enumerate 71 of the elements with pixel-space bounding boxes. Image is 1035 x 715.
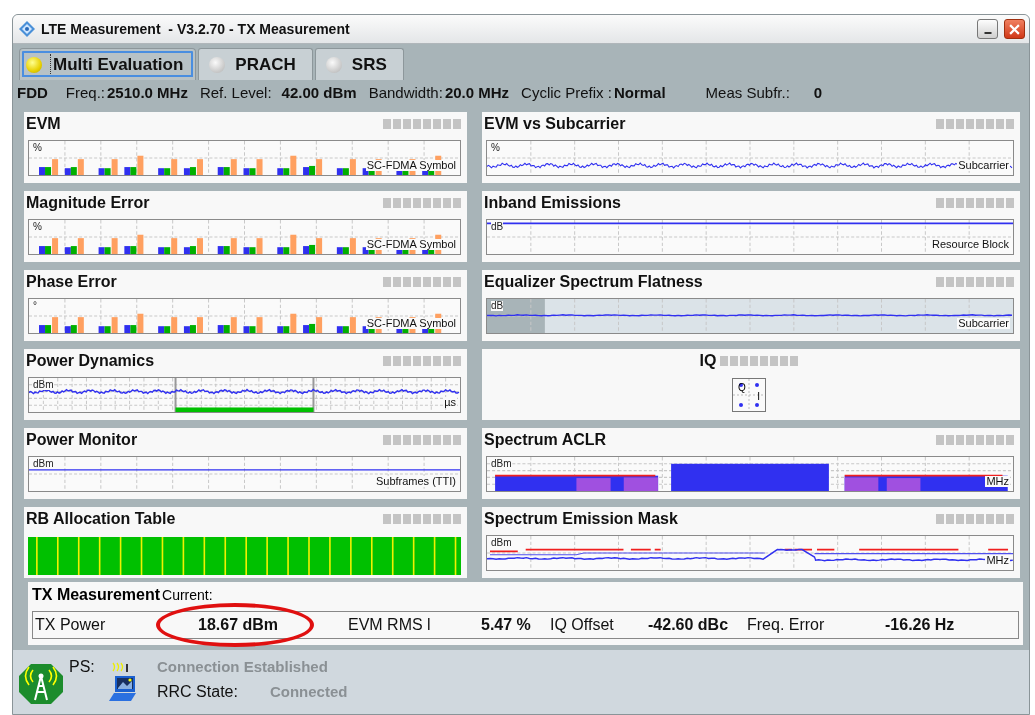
setting-value: 42.00 dBm	[281, 84, 357, 101]
axis-label: Subframes (TTI)	[374, 476, 457, 487]
axis-label: Resource Block	[930, 239, 1010, 250]
panel-title: Phase Error	[26, 273, 117, 291]
tab[interactable]: PRACH	[198, 48, 313, 80]
minimize-icon	[983, 32, 992, 34]
panel-title: EVM	[26, 115, 61, 133]
axis-label: MHz	[985, 555, 1010, 566]
diamond-icon	[19, 21, 35, 37]
panel-title: RB Allocation Table	[26, 510, 176, 528]
section-subtitle: Current:	[162, 587, 213, 603]
unit-label: dBm	[491, 538, 512, 548]
result-label: TX Power	[35, 616, 107, 634]
setting-value: Normal	[613, 84, 666, 101]
ps-label: PS:	[69, 658, 95, 676]
panel-title: Magnitude Error	[26, 194, 150, 212]
connection-status: Connection Established	[157, 658, 329, 675]
axis-label: I	[757, 392, 760, 402]
antenna-tower-icon	[19, 664, 63, 704]
setting-value: 2510.0 MHz	[107, 84, 188, 101]
unit-label: dBm	[491, 459, 512, 469]
unit-label: %	[33, 143, 42, 153]
axis-label: Subcarrier	[957, 318, 1010, 329]
setting-label: Bandwidth:	[368, 84, 443, 101]
panel-title: Spectrum Emission Mask	[484, 510, 678, 528]
panel-title: Equalizer Spectrum Flatness	[484, 273, 703, 291]
unit-label: dB	[491, 301, 504, 311]
axis-label: SC-FDMA Symbol	[365, 318, 457, 329]
panel-title: IQ	[699, 352, 717, 370]
axis-label: Q	[738, 383, 746, 393]
setting-label: Meas Subfr.:	[705, 84, 790, 101]
constellation-drawing	[733, 379, 765, 411]
result-value: -42.60 dBc	[648, 616, 729, 633]
tab[interactable]: Multi Evaluation	[19, 48, 197, 80]
axis-label: µs	[443, 397, 457, 408]
setting-value: 20.0 MHz	[444, 84, 510, 101]
axis-label: SC-FDMA Symbol	[365, 239, 457, 250]
result-label: EVM RMS l	[348, 616, 432, 634]
panel-title: Power Monitor	[26, 431, 138, 449]
mode-label: FDD	[17, 84, 48, 101]
setting-value: 0	[813, 84, 823, 101]
unit-label: %	[491, 143, 500, 153]
unit-label: dBm	[33, 380, 54, 390]
result-value: 5.47 %	[481, 616, 531, 633]
signal-icon	[110, 662, 129, 672]
setting-label: Cyclic Prefix :	[521, 84, 612, 101]
rrc-label: RRC State:	[157, 683, 238, 701]
result-value: 18.67 dBm	[198, 616, 279, 633]
panel-title: Inband Emissions	[484, 194, 621, 212]
unit-label: %	[33, 222, 42, 232]
panel-title: EVM vs Subcarrier	[484, 115, 626, 133]
result-value: -16.26 Hz	[885, 616, 955, 633]
panel-title: Power Dynamics	[26, 352, 155, 370]
result-label: IQ Offset	[550, 616, 615, 634]
close-icon	[1009, 23, 1020, 35]
rrc-value: Connected	[269, 683, 348, 700]
axis-label: SC-FDMA Symbol	[365, 160, 457, 171]
section-title: TX Measurement	[32, 586, 161, 604]
setting-label: Ref. Level:	[199, 84, 272, 101]
laptop-icon	[109, 676, 137, 702]
axis-label: Subcarrier	[957, 160, 1010, 171]
setting-label: Freq.:	[65, 84, 105, 101]
result-label: Freq. Error	[747, 616, 826, 634]
unit-label: dBm	[33, 459, 54, 469]
unit-label: dB	[491, 222, 504, 232]
tab[interactable]: SRS	[314, 48, 404, 80]
axis-label: MHz	[985, 476, 1010, 487]
window-title: LTE Measurement - V3.2.70 - TX Measurement	[41, 21, 350, 37]
panel-title: Spectrum ACLR	[484, 431, 607, 449]
minimize-button[interactable]	[977, 19, 998, 39]
close-button[interactable]	[1004, 19, 1025, 39]
